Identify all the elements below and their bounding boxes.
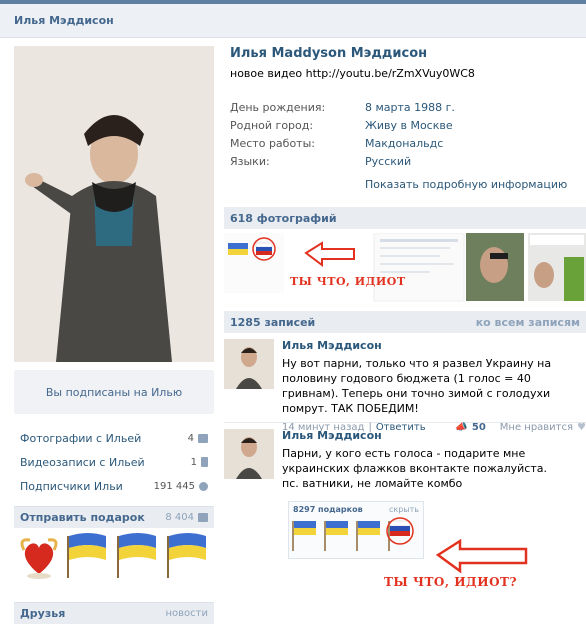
- photos-with-label: Фотографии с Ильей: [20, 431, 142, 445]
- profile-photo[interactable]: [14, 46, 214, 362]
- ukraine-flag-gift-icon[interactable]: [114, 530, 158, 580]
- gift-list: [14, 528, 214, 588]
- wall-header[interactable]: 1285 записей ко всем записям: [224, 311, 586, 333]
- subscribed-button[interactable]: Вы подписаны на Илью: [14, 370, 214, 414]
- photos-title: 618 фотографий: [230, 211, 337, 225]
- all-posts-link[interactable]: ко всем записям: [476, 316, 580, 329]
- gift-block-title: Отправить подарок: [20, 511, 145, 524]
- wall-post: Илья Мэддисон Ну вот парни, только что я…: [224, 333, 586, 433]
- photos-header[interactable]: 618 фотографий: [224, 207, 586, 229]
- gifts-count-label: 8297 подарков: [293, 505, 363, 514]
- info-value[interactable]: 8 марта 1988 г.: [365, 101, 455, 114]
- photo-thumbnails[interactable]: [224, 232, 586, 305]
- left-column: Вы подписаны на Илью Фотографии с Ильей …: [14, 46, 214, 624]
- info-value[interactable]: Живу в Москве: [365, 119, 453, 132]
- red-arrow-icon: [435, 538, 528, 574]
- avatar-image: [224, 339, 274, 389]
- videos-with-count: 1: [190, 456, 197, 468]
- profile-links: Фотографии с Ильей 4 Видеозаписи с Ильей…: [14, 426, 214, 498]
- gifts-hide-link[interactable]: скрыть: [389, 505, 419, 514]
- profile-status[interactable]: новое видео http://youtu.be/rZmXVuy0WC8: [230, 67, 586, 80]
- friends-news-link[interactable]: новости: [166, 608, 209, 619]
- post-avatar[interactable]: [224, 339, 274, 389]
- info-row-hometown: Родной город: Живу в Москве: [230, 116, 586, 134]
- profile-name: Илья Maddyson Мэддисон: [230, 46, 428, 61]
- gift-block-header[interactable]: Отправить подарок 8 404: [14, 506, 214, 528]
- film-icon: [201, 457, 208, 467]
- people-icon: [199, 481, 208, 491]
- photos-with-count: 4: [187, 432, 194, 444]
- photo-annotation-text: ТЫ ЧТО, ИДИОТ: [290, 275, 406, 288]
- ukraine-flag-gift-icon[interactable]: [64, 530, 108, 580]
- friends-title: Друзья: [20, 607, 66, 620]
- post-author[interactable]: Илья Мэддисон: [282, 339, 586, 352]
- show-more-link[interactable]: Показать подробную информацию: [365, 178, 586, 191]
- page-title: Илья Мэддисон: [0, 4, 586, 38]
- gift-icon: [198, 513, 208, 522]
- right-column: Илья Maddyson Мэддисон новое видео http:…: [224, 46, 586, 589]
- post-avatar[interactable]: [224, 429, 274, 479]
- photo-strip: ТЫ ЧТО, ИДИОТ: [224, 232, 586, 305]
- ukraine-flag-gift-icon[interactable]: [164, 530, 208, 580]
- subscribers-count: 191 445: [153, 480, 195, 492]
- profile-photo-image: [14, 46, 214, 362]
- info-label: Место работы:: [230, 136, 315, 150]
- gifts-attachment[interactable]: 8297 подарков скрыть: [288, 501, 424, 559]
- info-label: День рождения:: [230, 100, 326, 114]
- info-row-languages: Языки: Русский: [230, 152, 586, 170]
- heart-gift-icon[interactable]: [20, 530, 58, 580]
- videos-with-label: Видеозаписи с Ильей: [20, 455, 145, 469]
- avatar-image: [224, 429, 274, 479]
- post-text-ps: пс. ватники, не ломайте комбо: [282, 477, 463, 490]
- profile-info: День рождения: 8 марта 1988 г. Родной го…: [230, 98, 586, 170]
- subscribers-link[interactable]: Подписчики Ильи 191 445: [14, 474, 214, 498]
- info-label: Языки:: [230, 154, 270, 168]
- photos-with-link[interactable]: Фотографии с Ильей 4: [14, 426, 214, 450]
- subscribers-label: Подписчики Ильи: [20, 479, 123, 493]
- info-label: Родной город:: [230, 118, 314, 132]
- info-value[interactable]: Макдональдс: [365, 137, 443, 150]
- post-text: Парни, у кого есть голоса - подарите мне…: [282, 447, 547, 475]
- post-text: Ну вот парни, только что я развел Украин…: [282, 357, 552, 415]
- info-row-birthday: День рождения: 8 марта 1988 г.: [230, 98, 586, 116]
- post-author[interactable]: Илья Мэддисон: [282, 429, 586, 442]
- info-row-work: Место работы: Макдональдс: [230, 134, 586, 152]
- friends-header[interactable]: Друзья новости: [14, 602, 214, 624]
- videos-with-link[interactable]: Видеозаписи с Ильей 1: [14, 450, 214, 474]
- info-value[interactable]: Русский: [365, 155, 411, 168]
- wall-post: Илья Мэддисон Парни, у кого есть голоса …: [224, 423, 586, 589]
- gift-flags-image: [292, 517, 414, 551]
- post-annotation-text: ТЫ ЧТО, ИДИОТ?: [384, 575, 517, 589]
- camera-icon: [198, 433, 208, 443]
- wall-title: 1285 записей: [230, 315, 316, 329]
- gift-count: 8 404: [165, 512, 194, 523]
